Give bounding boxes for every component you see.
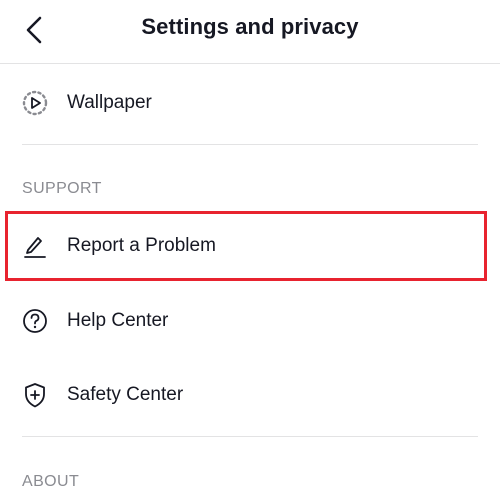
divider [22, 144, 478, 145]
wallpaper-icon [20, 88, 50, 118]
shield-plus-icon [20, 380, 50, 410]
safety-center-label: Safety Center [67, 384, 184, 405]
help-center-row[interactable]: Help Center [0, 290, 500, 352]
help-center-label: Help Center [67, 310, 169, 331]
wallpaper-row[interactable]: Wallpaper [0, 72, 500, 134]
section-header-about: ABOUT [22, 473, 80, 490]
divider [22, 436, 478, 437]
top-bar: Settings and privacy [0, 0, 500, 64]
page-title: Settings and privacy [141, 14, 359, 39]
safety-center-row[interactable]: Safety Center [0, 364, 500, 426]
report-problem-row[interactable]: Report a Problem [0, 215, 500, 277]
report-problem-label: Report a Problem [67, 235, 216, 256]
wallpaper-label: Wallpaper [67, 92, 152, 113]
section-header-support: SUPPORT [22, 180, 102, 197]
pencil-icon [20, 231, 50, 261]
question-circle-icon [20, 306, 50, 336]
